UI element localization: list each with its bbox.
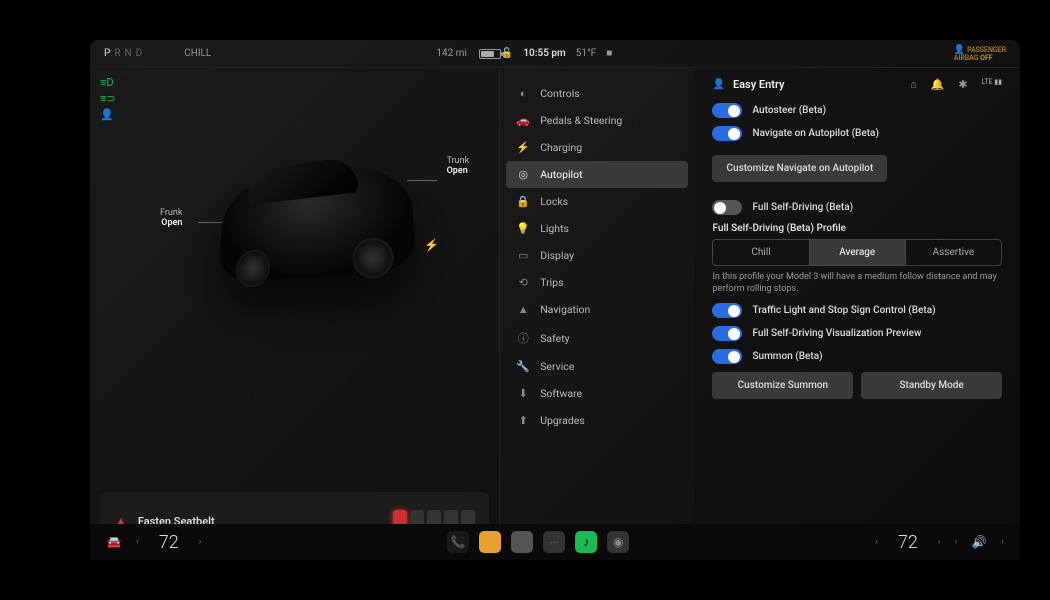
summon-label: Summon (Beta): [752, 351, 822, 362]
phone-app-icon[interactable]: 📞: [447, 531, 469, 553]
fsd-profile-average[interactable]: Average: [809, 240, 905, 265]
menu-display[interactable]: ▭Display: [500, 242, 694, 269]
lock-menu-icon: 🔒: [516, 195, 530, 208]
traffic-light-label: Traffic Light and Stop Sign Control (Bet…: [752, 305, 935, 316]
driver-profile-button[interactable]: Easy Entry: [733, 78, 785, 91]
outside-temp-label: 51°F: [576, 48, 597, 59]
volume-up[interactable]: ›: [999, 537, 1006, 547]
autosteer-toggle[interactable]: [712, 103, 742, 118]
steering-icon: 🚗: [516, 114, 530, 127]
volume-down[interactable]: ‹: [953, 537, 960, 547]
status-bar: PRND CHILL 142 mi 🔓 10:55 pm 51°F ■ 👤PAS…: [90, 40, 1020, 68]
bottom-dock: 🚘 ‹ 72 › 📞 ⋯ ♪ ◉ ‹ 72 › ‹ 🔊 ›: [90, 524, 1020, 560]
charge-port-icon[interactable]: ⚡: [424, 238, 439, 252]
controls-icon: ◐: [516, 87, 530, 100]
passenger-temp[interactable]: 72: [898, 532, 918, 553]
fsd-viz-toggle[interactable]: [712, 326, 742, 341]
fsd-profile-segmented: Chill Average Assertive: [712, 239, 1002, 266]
menu-pedals-steering[interactable]: 🚗Pedals & Steering: [500, 107, 694, 134]
telltale-column: ≡D ≡⊃ 👤: [100, 76, 114, 118]
bluetooth-icon[interactable]: ✱: [958, 78, 967, 91]
fog-light-icon: ≡⊃: [100, 92, 114, 102]
menu-service[interactable]: 🔧Service: [500, 353, 694, 380]
car-body: [218, 159, 418, 283]
person-icon: 👤: [712, 79, 724, 90]
frunk-callout[interactable]: FrunkOpen: [160, 208, 182, 228]
menu-upgrades[interactable]: ⬆Upgrades: [500, 407, 694, 434]
vehicle-touchscreen: PRND CHILL 142 mi 🔓 10:55 pm 51°F ■ 👤PAS…: [90, 40, 1020, 560]
driver-temp[interactable]: 72: [159, 532, 179, 553]
cellular-signal-icon[interactable]: LTE ▮▮: [982, 78, 1002, 91]
car-visualization[interactable]: 🔓 FrunkOpen TrunkOpen ⚡: [150, 118, 479, 460]
lights-icon: 💡: [516, 222, 530, 235]
homelink-icon[interactable]: ⌂: [910, 78, 917, 91]
range-label: 142 mi: [436, 48, 467, 59]
menu-software[interactable]: ⬇Software: [500, 380, 694, 407]
seatbelt-telltale-icon: 👤: [100, 108, 114, 118]
gear-indicator: PRND: [104, 48, 146, 59]
app-slot-3[interactable]: [511, 531, 533, 553]
drive-mode-label: CHILL: [184, 48, 211, 59]
app-launcher-icon[interactable]: ⋯: [543, 531, 565, 553]
bolt-icon: ⚡: [516, 141, 530, 154]
app-slot-2[interactable]: [479, 531, 501, 553]
autopilot-icon: ◎: [516, 168, 530, 181]
temp-right-up[interactable]: ›: [936, 537, 943, 547]
volume-icon[interactable]: 🔊: [969, 532, 989, 552]
car-status-pane: ≡D ≡⊃ 👤 🔓 FrunkOpen TrunkOpen ⚡: [90, 68, 499, 560]
autopilot-settings-pane: 👤 Easy Entry ⌂ 🔔 ✱ LTE ▮▮ Autosteer (Bet…: [694, 68, 1020, 560]
temp-right-down[interactable]: ‹: [873, 537, 880, 547]
fsd-label: Full Self-Driving (Beta): [752, 202, 853, 213]
fsd-profile-description: In this profile your Model 3 will have a…: [712, 272, 1002, 295]
fsd-viz-label: Full Self-Driving Visualization Preview: [752, 328, 921, 339]
fsd-profile-assertive[interactable]: Assertive: [905, 240, 1001, 265]
display-icon: ▭: [516, 249, 530, 262]
navigate-autopilot-label: Navigate on Autopilot (Beta): [752, 128, 878, 139]
menu-navigation[interactable]: ▲Navigation: [500, 296, 694, 323]
customize-summon-button[interactable]: Customize Summon: [712, 372, 853, 399]
spotify-app-icon[interactable]: ♪: [575, 531, 597, 553]
safety-icon: ⓘ: [516, 330, 530, 346]
temp-left-down[interactable]: ‹: [134, 537, 141, 547]
navigation-icon: ▲: [516, 303, 530, 316]
trips-icon: ⟲: [516, 276, 530, 289]
headlight-high-icon: ≡D: [100, 76, 114, 86]
navigate-autopilot-toggle[interactable]: [712, 126, 742, 141]
airbag-warning: 👤PASSENGER AIRBAG OFF: [954, 46, 1006, 62]
temp-left-up[interactable]: ›: [197, 537, 204, 547]
menu-safety[interactable]: ⓘSafety: [500, 323, 694, 353]
software-icon: ⬇: [516, 387, 530, 400]
settings-menu: ◐Controls 🚗Pedals & Steering ⚡Charging ◎…: [499, 68, 694, 560]
trunk-callout[interactable]: TrunkOpen: [447, 156, 470, 176]
menu-locks[interactable]: 🔒Locks: [500, 188, 694, 215]
dashcam-icon[interactable]: ■: [606, 48, 612, 59]
menu-lights[interactable]: 💡Lights: [500, 215, 694, 242]
standby-mode-button[interactable]: Standby Mode: [861, 372, 1002, 399]
service-icon: 🔧: [516, 360, 530, 373]
menu-autopilot[interactable]: ◎Autopilot: [506, 161, 688, 188]
fsd-profile-chill[interactable]: Chill: [713, 240, 808, 265]
clock-label: 10:55 pm: [523, 48, 565, 59]
menu-trips[interactable]: ⟲Trips: [500, 269, 694, 296]
traffic-light-toggle[interactable]: [712, 303, 742, 318]
autosteer-label: Autosteer (Beta): [752, 105, 826, 116]
notifications-icon[interactable]: 🔔: [931, 78, 945, 91]
car-controls-icon[interactable]: 🚘: [104, 532, 124, 552]
camera-app-icon[interactable]: ◉: [607, 531, 629, 553]
upgrades-icon: ⬆: [516, 414, 530, 427]
menu-charging[interactable]: ⚡Charging: [500, 134, 694, 161]
fsd-toggle[interactable]: [712, 200, 742, 215]
battery-icon: [479, 49, 501, 59]
fsd-profile-title: Full Self-Driving (Beta) Profile: [712, 223, 1002, 234]
menu-controls[interactable]: ◐Controls: [500, 80, 694, 107]
summon-toggle[interactable]: [712, 349, 742, 364]
customize-navigate-button[interactable]: Customize Navigate on Autopilot: [712, 155, 887, 182]
